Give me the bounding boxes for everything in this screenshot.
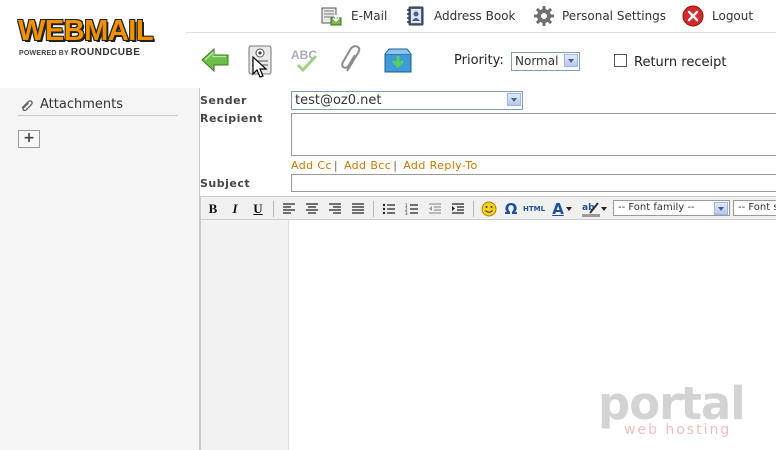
html-source-button[interactable]: HTML — [523, 200, 545, 217]
attachments-divider — [18, 115, 178, 116]
link-separator: | — [393, 159, 398, 172]
return-receipt-label: Return receipt — [634, 55, 727, 70]
align-justify-button[interactable] — [348, 200, 368, 217]
recipient-input[interactable] — [291, 113, 776, 156]
save-draft-icon — [384, 48, 412, 73]
font-family-value: -- Font family -- — [618, 202, 695, 213]
toolbar-separator — [273, 201, 274, 217]
return-receipt-checkbox[interactable] — [614, 54, 627, 67]
chevron-down-icon — [564, 54, 578, 67]
align-right-button[interactable] — [325, 200, 345, 217]
bullet-list-icon — [382, 203, 395, 214]
logo-powered-by: POWERED BY — [19, 50, 69, 57]
highlight-icon: ab — [582, 201, 600, 217]
highlight-color-button[interactable]: ab — [581, 200, 601, 217]
italic-button[interactable]: I — [225, 200, 245, 217]
logo-product: ROUNDCUBE — [70, 47, 141, 58]
align-right-icon — [329, 202, 341, 214]
chevron-down-icon — [714, 202, 728, 215]
spellcheck-icon: ABC — [291, 48, 317, 73]
text-color-menu[interactable] — [564, 200, 574, 217]
nav-personal-settings[interactable]: Personal Settings — [534, 4, 666, 28]
highlight-color-menu[interactable] — [599, 200, 609, 217]
underline-button[interactable]: U — [248, 200, 268, 217]
nav-settings-label: Personal Settings — [562, 9, 667, 23]
nav-logout[interactable]: Logout — [682, 4, 753, 28]
address-links: Add Cc | Add Bcc | Add Reply-To — [291, 159, 478, 172]
envelope-icon — [321, 7, 342, 26]
webmail-logo: WEBMAIL POWERED BY ROUNDCUBE — [18, 16, 183, 62]
gear-icon — [534, 6, 554, 26]
logout-icon — [682, 5, 704, 27]
indent-button[interactable] — [448, 200, 468, 217]
priority-value: Normal — [515, 54, 559, 68]
logo-tagline: POWERED BY ROUNDCUBE — [19, 48, 140, 59]
link-separator: | — [333, 159, 339, 172]
outdent-icon — [429, 202, 441, 214]
logo-wordmark: WEBMAIL — [18, 15, 154, 47]
subject-input[interactable] — [291, 174, 776, 192]
top-divider — [186, 32, 776, 33]
numbered-list-button[interactable]: 123 — [402, 200, 422, 217]
attachments-header: Attachments — [20, 97, 123, 112]
priority-label: Priority: — [454, 53, 504, 68]
align-justify-icon — [352, 202, 364, 214]
recipient-label: Recipient — [200, 112, 263, 125]
align-center-button[interactable] — [302, 200, 322, 217]
back-arrow-icon — [201, 47, 229, 73]
font-size-select[interactable]: -- Font s — [733, 200, 776, 216]
nav-email-label: E-Mail — [351, 9, 388, 23]
nav-address-book-label: Address Book — [434, 9, 516, 23]
nav-email[interactable]: E-Mail — [321, 4, 387, 28]
toolbar-separator — [373, 201, 374, 217]
back-button[interactable] — [199, 44, 231, 76]
emoticons-button[interactable] — [479, 200, 499, 217]
paperclip-icon — [21, 99, 33, 111]
nav-address-book[interactable]: Address Book — [406, 4, 515, 28]
mouse-pointer-icon — [252, 56, 268, 78]
font-size-value: -- Font s — [738, 202, 776, 213]
outdent-button[interactable] — [425, 200, 445, 217]
message-editor[interactable] — [200, 220, 776, 450]
attachments-title: Attachments — [40, 97, 123, 112]
align-left-icon — [283, 202, 295, 214]
chevron-down-icon — [507, 93, 521, 106]
address-book-icon — [407, 6, 424, 26]
add-bcc-link[interactable]: Add Bcc — [344, 159, 391, 172]
sender-value: test@oz0.net — [295, 93, 382, 108]
bold-button[interactable]: B — [203, 200, 223, 217]
svg-text:3: 3 — [405, 211, 408, 215]
font-family-select[interactable]: -- Font family -- — [613, 200, 730, 216]
save-draft-button[interactable] — [382, 44, 414, 76]
attachments-panel: Attachments + — [0, 88, 200, 450]
priority-select[interactable]: Normal — [511, 52, 580, 71]
sender-label: Sender — [200, 94, 247, 107]
caret-down-icon — [601, 206, 607, 211]
editor-toolbar: B I U 123 Ω HTML A ab -- Font family -- — [200, 196, 776, 220]
indent-icon — [452, 202, 464, 214]
smiley-icon — [481, 201, 497, 216]
align-left-button[interactable] — [279, 200, 299, 217]
spellcheck-button[interactable]: ABC — [289, 44, 321, 76]
sender-select[interactable]: test@oz0.net — [291, 91, 523, 110]
align-center-icon — [306, 202, 318, 214]
add-attachment-button[interactable]: + — [18, 130, 40, 148]
attach-file-button[interactable] — [336, 44, 368, 76]
toolbar-separator — [473, 201, 474, 217]
editor-margin — [201, 220, 289, 450]
subject-label: Subject — [200, 177, 251, 190]
paperclip-icon — [341, 45, 361, 72]
numbered-list-icon: 123 — [405, 203, 418, 215]
add-cc-link[interactable]: Add Cc — [291, 159, 332, 172]
bullet-list-button[interactable] — [379, 200, 399, 217]
caret-down-icon — [566, 206, 572, 211]
special-char-button[interactable]: Ω — [501, 200, 521, 218]
nav-logout-label: Logout — [712, 9, 754, 23]
add-reply-to-link[interactable]: Add Reply-To — [403, 159, 477, 172]
